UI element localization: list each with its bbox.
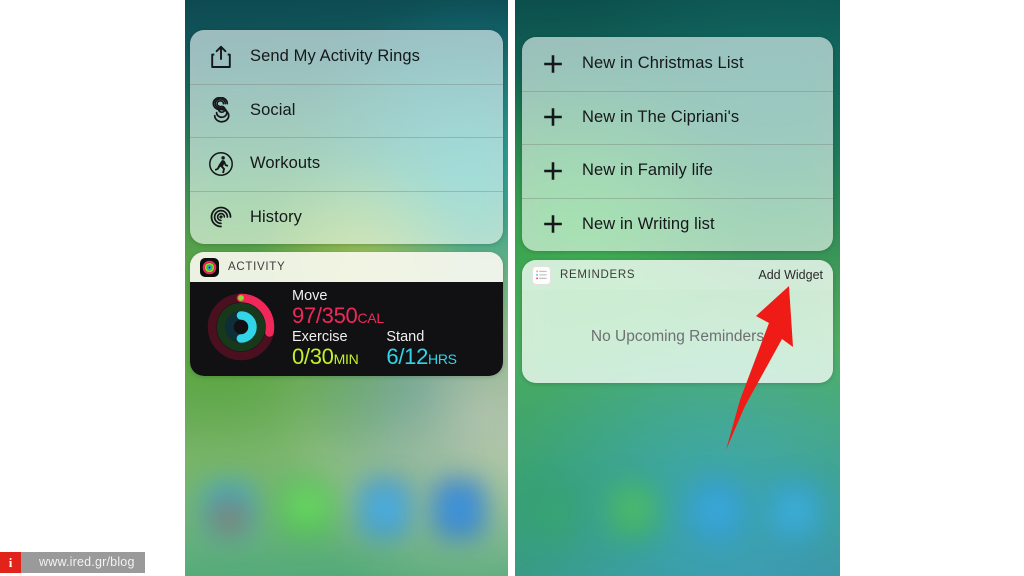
quick-action-label: New in Christmas List (582, 54, 744, 73)
watermark: i www.ired.gr/blog (0, 552, 145, 573)
exercise-value: 0/30MIN (292, 344, 359, 370)
dock-icon-2 (281, 480, 333, 538)
dock-icon-1 (203, 482, 255, 540)
activity-rings-icon (200, 257, 219, 277)
quick-action-label: History (250, 207, 303, 226)
quick-action-label: New in The Cipriani's (582, 107, 740, 126)
stand-label: Stand (386, 329, 425, 345)
share-icon (206, 42, 236, 72)
dock-icon-1 (529, 484, 581, 542)
quick-action-label: Send My Activity Rings (250, 47, 421, 66)
activity-stats: Move 97/350CAL Exercise 0/30MIN Stand 6/… (292, 288, 457, 370)
exercise-label: Exercise (292, 329, 348, 345)
reminders-widget-title: REMINDERS (560, 269, 636, 281)
activity-widget-header: ACTIVITY (190, 252, 503, 282)
activity-widget[interactable]: ACTIVITY Move 97/350CAL Exercise 0/30MIN… (190, 252, 503, 376)
quick-action-new-in-writing-list[interactable]: New in Writing list (522, 197, 833, 251)
exercise-stat: Exercise 0/30MIN (292, 329, 359, 370)
dock-left (185, 466, 508, 576)
history-icon (206, 202, 236, 232)
dock-icon-4 (769, 482, 821, 540)
stand-value: 6/12HRS (386, 344, 457, 370)
left-phone-screen: Send My Activity Rings Social Workouts H… (185, 0, 508, 576)
quick-action-social[interactable]: Social (190, 83, 503, 137)
workouts-icon (206, 149, 236, 179)
watermark-logo: i (0, 552, 21, 573)
plus-icon (538, 209, 568, 239)
watermark-url: www.ired.gr/blog (21, 552, 145, 573)
quick-actions-card-activity: Send My Activity Rings Social Workouts H… (190, 30, 503, 244)
quick-actions-card-reminders: New in Christmas List New in The Ciprian… (522, 37, 833, 251)
quick-action-label: Social (250, 100, 296, 119)
dock-icon-3 (691, 482, 743, 540)
quick-action-workouts[interactable]: Workouts (190, 137, 503, 191)
dock-right (515, 466, 840, 576)
stand-stat: Stand 6/12HRS (386, 329, 457, 370)
plus-icon (538, 156, 568, 186)
screenshot-root: Send My Activity Rings Social Workouts H… (0, 0, 1024, 576)
reminders-list-icon (532, 265, 551, 285)
dock-icon-4 (433, 480, 485, 538)
quick-action-label: New in Writing list (582, 214, 715, 233)
quick-action-send-my-activity-rings[interactable]: Send My Activity Rings (190, 30, 503, 84)
annotation-arrow-icon (690, 278, 830, 458)
quick-action-new-in-family-life[interactable]: New in Family life (522, 144, 833, 198)
dock-icon-2 (607, 482, 659, 540)
activity-widget-title: ACTIVITY (228, 261, 286, 273)
activity-widget-body: Move 97/350CAL Exercise 0/30MIN Stand 6/… (190, 282, 503, 376)
quick-action-label: New in Family life (582, 161, 714, 180)
move-label: Move (292, 288, 328, 305)
plus-icon (538, 49, 568, 79)
quick-action-new-in-christmas-list[interactable]: New in Christmas List (522, 37, 833, 91)
social-icon (206, 95, 236, 125)
activity-rings-graphic (202, 288, 280, 371)
quick-action-new-in-the-ciprianis[interactable]: New in The Cipriani's (522, 90, 833, 144)
plus-icon (538, 102, 568, 132)
dock-icon-3 (359, 480, 411, 538)
quick-action-history[interactable]: History (190, 190, 503, 244)
quick-action-label: Workouts (250, 154, 321, 173)
move-value: 97/350CAL (292, 303, 384, 329)
